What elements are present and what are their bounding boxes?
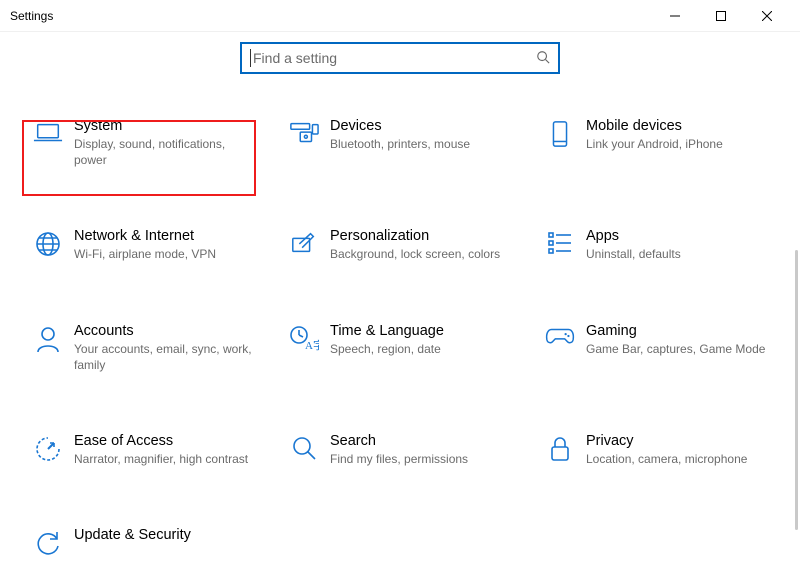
row-1: System Display, sound, notifications, po… (24, 114, 776, 172)
tile-update-security[interactable]: Update & Security (24, 523, 264, 561)
tile-desc: Speech, region, date (330, 341, 516, 357)
tile-apps[interactable]: Apps Uninstall, defaults (536, 224, 776, 266)
maximize-icon (716, 11, 726, 21)
tile-title: Update & Security (74, 527, 260, 543)
tile-privacy[interactable]: Privacy Location, camera, microphone (536, 429, 776, 471)
person-icon (28, 323, 68, 353)
row-5: Update & Security (24, 523, 776, 561)
apps-list-icon (540, 228, 580, 256)
lock-icon (540, 433, 580, 463)
row-4: Ease of Access Narrator, magnifier, high… (24, 429, 776, 471)
tile-title: Devices (330, 118, 516, 134)
search-icon (536, 50, 550, 67)
close-icon (762, 11, 772, 21)
tile-ease-of-access[interactable]: Ease of Access Narrator, magnifier, high… (24, 429, 264, 471)
tile-title: System (74, 118, 260, 134)
settings-grid: System Display, sound, notifications, po… (0, 94, 800, 566)
text-caret (250, 49, 251, 67)
tile-title: Mobile devices (586, 118, 772, 134)
tile-title: Gaming (586, 323, 772, 339)
tile-devices[interactable]: Devices Bluetooth, printers, mouse (280, 114, 520, 172)
magnifier-icon (284, 433, 324, 461)
tile-title: Apps (586, 228, 772, 244)
gamepad-icon (540, 323, 580, 347)
tile-desc: Find my files, permissions (330, 451, 516, 467)
devices-icon (284, 118, 324, 146)
search-placeholder: Find a setting (253, 50, 536, 66)
laptop-icon (28, 118, 68, 146)
update-icon (28, 527, 68, 557)
tile-personalization[interactable]: Personalization Background, lock screen,… (280, 224, 520, 266)
tile-title: Accounts (74, 323, 260, 339)
tile-title: Personalization (330, 228, 516, 244)
tile-desc: Uninstall, defaults (586, 246, 772, 262)
phone-icon (540, 118, 580, 148)
tile-system[interactable]: System Display, sound, notifications, po… (24, 114, 264, 172)
tile-desc: Your accounts, email, sync, work, family (74, 341, 260, 373)
tile-time-language[interactable]: A字 Time & Language Speech, region, date (280, 319, 520, 377)
ease-of-access-icon (28, 433, 68, 463)
tile-desc: Display, sound, notifications, power (74, 136, 260, 168)
tile-desc: Narrator, magnifier, high contrast (74, 451, 260, 467)
tile-desc: Background, lock screen, colors (330, 246, 516, 262)
tile-accounts[interactable]: Accounts Your accounts, email, sync, wor… (24, 319, 264, 377)
row-2: Network & Internet Wi-Fi, airplane mode,… (24, 224, 776, 266)
content-area: Find a setting System Display, sound, no… (0, 32, 800, 566)
maximize-button[interactable] (698, 0, 744, 32)
tile-title: Privacy (586, 433, 772, 449)
svg-text:A字: A字 (305, 338, 319, 352)
tile-title: Network & Internet (74, 228, 260, 244)
vertical-scrollbar[interactable] (795, 250, 798, 530)
tile-title: Search (330, 433, 516, 449)
tile-desc: Bluetooth, printers, mouse (330, 136, 516, 152)
search-row: Find a setting (0, 32, 800, 94)
paint-icon (284, 228, 324, 256)
search-input[interactable]: Find a setting (240, 42, 560, 74)
tile-title: Time & Language (330, 323, 516, 339)
tile-mobile-devices[interactable]: Mobile devices Link your Android, iPhone (536, 114, 776, 172)
row-3: Accounts Your accounts, email, sync, wor… (24, 319, 776, 377)
tile-desc: Game Bar, captures, Game Mode (586, 341, 772, 357)
minimize-button[interactable] (652, 0, 698, 32)
close-button[interactable] (744, 0, 790, 32)
time-language-icon: A字 (284, 323, 324, 353)
window-title: Settings (10, 9, 53, 23)
tile-desc: Link your Android, iPhone (586, 136, 772, 152)
tile-gaming[interactable]: Gaming Game Bar, captures, Game Mode (536, 319, 776, 377)
tile-network[interactable]: Network & Internet Wi-Fi, airplane mode,… (24, 224, 264, 266)
tile-desc: Location, camera, microphone (586, 451, 772, 467)
globe-icon (28, 228, 68, 258)
tile-desc: Wi-Fi, airplane mode, VPN (74, 246, 260, 262)
tile-search[interactable]: Search Find my files, permissions (280, 429, 520, 471)
minimize-icon (670, 11, 680, 21)
tile-title: Ease of Access (74, 433, 260, 449)
title-bar: Settings (0, 0, 800, 32)
